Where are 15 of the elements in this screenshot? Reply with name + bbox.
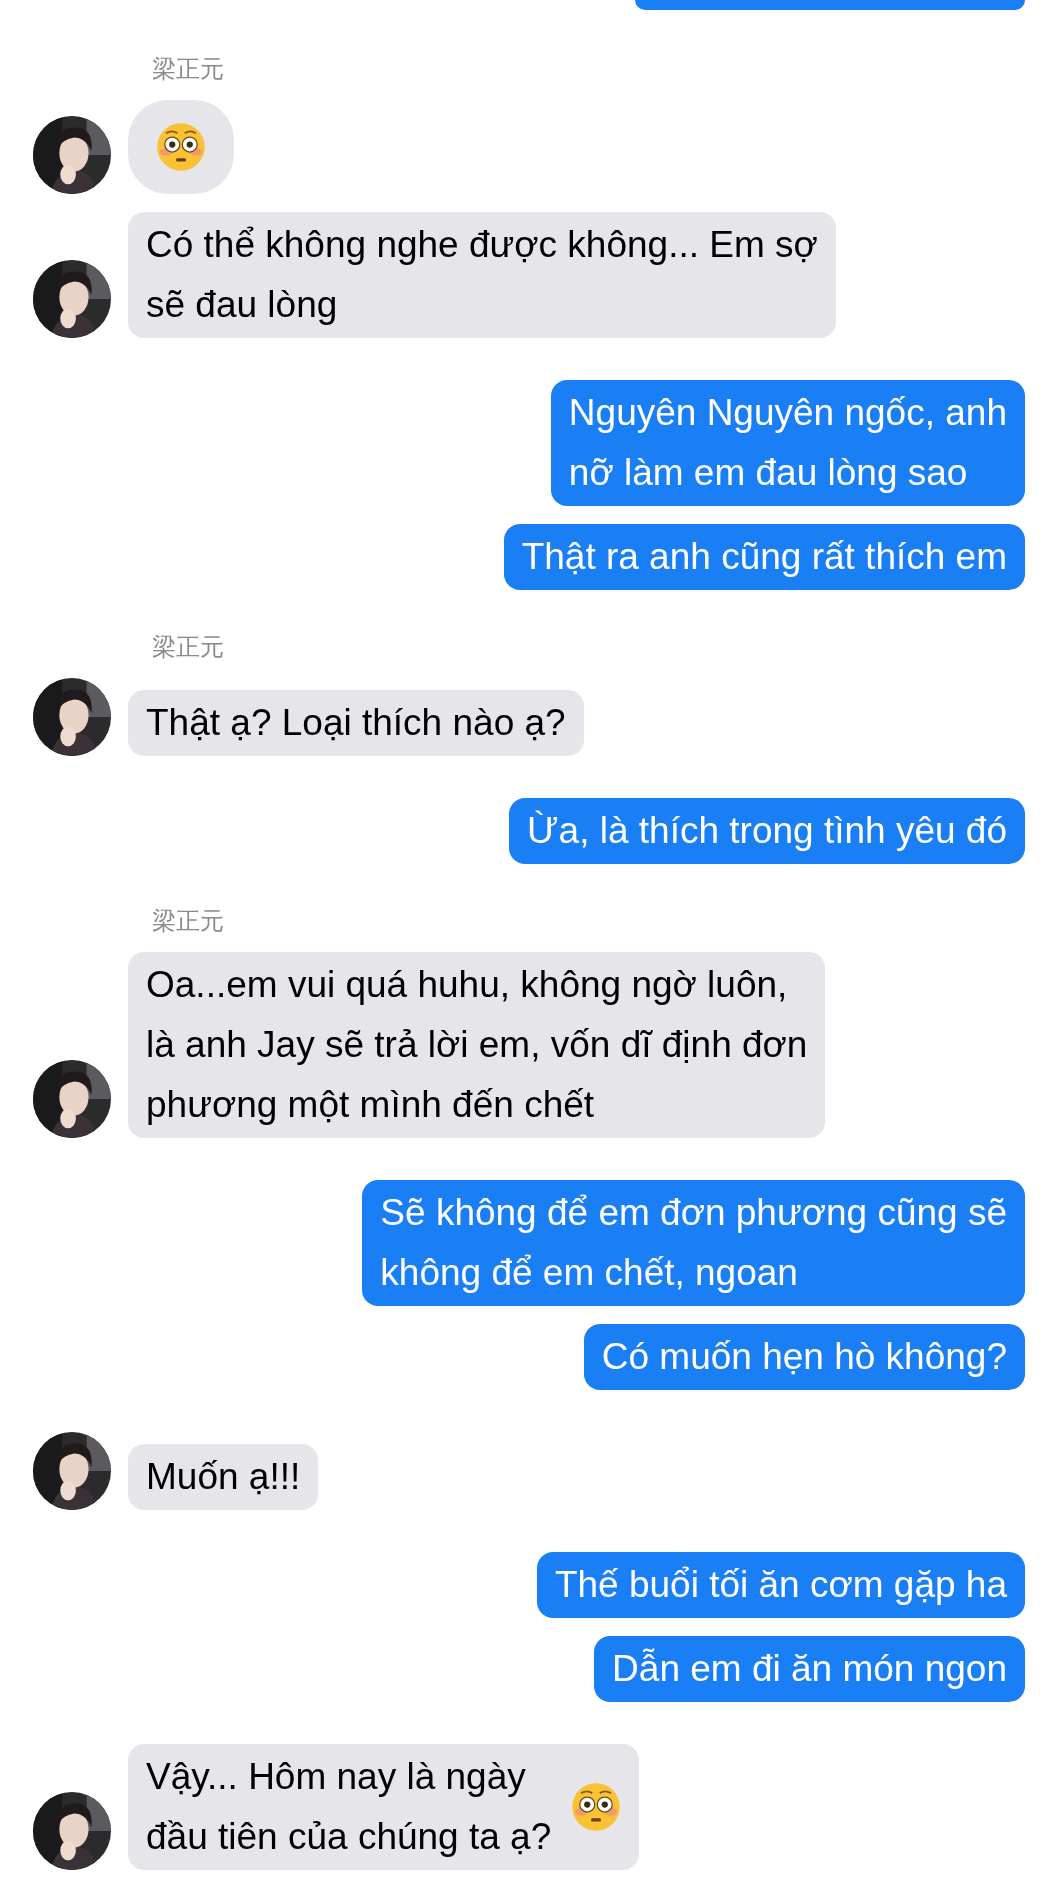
message-text: Thật ạ? Loại thích nào ạ? xyxy=(146,701,566,745)
message-text: Thật ra anh cũng rất thích em xyxy=(521,535,1007,579)
message-text: Vậy... Hôm nay là ngày đầu tiên của chúng ta ạ? xyxy=(146,1755,552,1859)
message-text: Ừa, là thích trong tình yêu đó xyxy=(527,809,1007,853)
sender-name: 梁正元 xyxy=(152,906,225,936)
message-text: Sẽ không để em đơn phương cũng sẽ không để em chết, ngoan xyxy=(380,1191,1007,1295)
message-text: Nguyên Nguyên ngốc, anh nỡ làm em đau lòng sao xyxy=(568,391,1007,495)
sender-name: 梁正元 xyxy=(152,54,225,84)
message-text: Muốn ạ!!! xyxy=(146,1455,301,1499)
message-text: Dẫn em đi ăn món ngon xyxy=(612,1647,1007,1691)
sender-name: 梁正元 xyxy=(152,632,225,662)
message-text: Có muốn hẹn hò không? xyxy=(601,1335,1007,1379)
message-text: Có thể không nghe được không... Em sợ sẽ đau lòng xyxy=(146,223,818,327)
message-text: Thế buổi tối ăn cơm gặp ha xyxy=(554,1563,1007,1607)
message-text: Oa...em vui quá huhu, không ngờ luôn, là anh Jay sẽ trả lời em, vốn dĩ định đơn phương một mình đến chết xyxy=(146,963,808,1127)
